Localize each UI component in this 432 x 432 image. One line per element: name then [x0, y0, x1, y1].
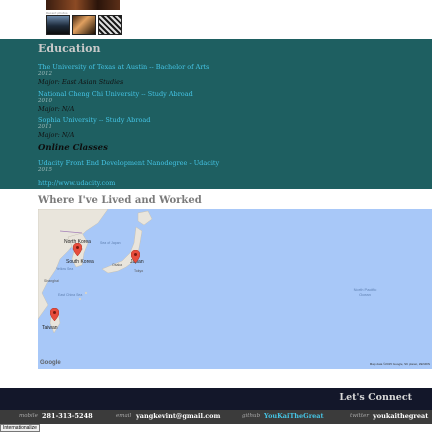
map-label-east-china-sea: East China Sea: [58, 293, 83, 297]
map-label-yellow-sea: Yellow Sea: [56, 267, 74, 271]
map[interactable]: North Korea South Korea Sea of Japan Yel…: [38, 209, 432, 369]
places-heading: Where I've Lived and Worked: [38, 195, 202, 206]
map-label-taiwan: Taiwan: [42, 325, 58, 331]
map-pin-icon[interactable]: [131, 250, 140, 263]
school-date: 2012: [38, 71, 52, 77]
education-heading: Education: [38, 42, 101, 55]
school-major: Major: N/A: [38, 131, 75, 139]
school-link[interactable]: Sophia University -- Study Abroad: [38, 116, 150, 124]
contact-label: mobile: [19, 413, 38, 419]
map-label-osaka: Osaka: [112, 263, 123, 267]
gallery-thumbnail-2[interactable]: [72, 15, 96, 35]
map-label-tokyo: Tokyo: [134, 269, 144, 273]
google-logo: Google: [40, 360, 61, 366]
contacts-bar: mobile 281-313-5248 email yangkevint@gma…: [0, 410, 432, 424]
map-label-north-pacific: North Pacific Ocean: [353, 287, 377, 297]
contact-label: email: [116, 413, 132, 419]
hero-image: [46, 0, 120, 10]
gallery-strip: Recent photos: [0, 0, 432, 40]
contact-email[interactable]: yangkevint@gmail.com: [136, 412, 220, 420]
contact-label: twitter: [350, 413, 369, 419]
education-section: Education The University of Texas at Aus…: [0, 39, 432, 189]
gallery-thumbnail-1[interactable]: [46, 15, 70, 35]
school-major: Major: N/A: [38, 105, 75, 113]
online-class-url[interactable]: http://www.udacity.com: [38, 179, 115, 187]
map-attribution[interactable]: Map data ©2015 Google, SK planet, ZENRIN: [370, 362, 430, 366]
map-pin-icon[interactable]: [73, 243, 82, 256]
online-classes-heading: Online Classes: [38, 143, 108, 153]
online-class-link[interactable]: Udacity Front End Development Nanodegree…: [38, 159, 219, 167]
school-date: 2010: [38, 98, 52, 104]
map-pin-icon[interactable]: [50, 308, 59, 321]
contact-github[interactable]: YouKaiTheGreat: [264, 412, 324, 420]
contact-label: github: [242, 413, 261, 419]
school-link[interactable]: National Cheng Chi University -- Study A…: [38, 90, 193, 98]
school-major: Major: East Asian Studies: [38, 78, 124, 86]
school-date: 2011: [38, 124, 52, 130]
gallery-thumbnail-3[interactable]: [98, 15, 122, 35]
footer: Let's Connect: [0, 388, 432, 410]
contact-mobile[interactable]: 281-313-5248: [42, 412, 93, 420]
map-label-shanghai: Shanghai: [44, 279, 59, 283]
footer-heading: Let's Connect: [339, 392, 412, 403]
map-label-sea-of-japan: Sea of Japan: [100, 241, 121, 245]
online-class-date: 2015: [38, 167, 52, 173]
map-label-south-korea: South Korea: [66, 259, 94, 265]
contact-twitter[interactable]: youkaithegreat: [373, 412, 428, 420]
school-link[interactable]: The University of Texas at Austin -- Bac…: [38, 63, 209, 71]
internationalize-button[interactable]: Internationalize: [0, 424, 40, 432]
